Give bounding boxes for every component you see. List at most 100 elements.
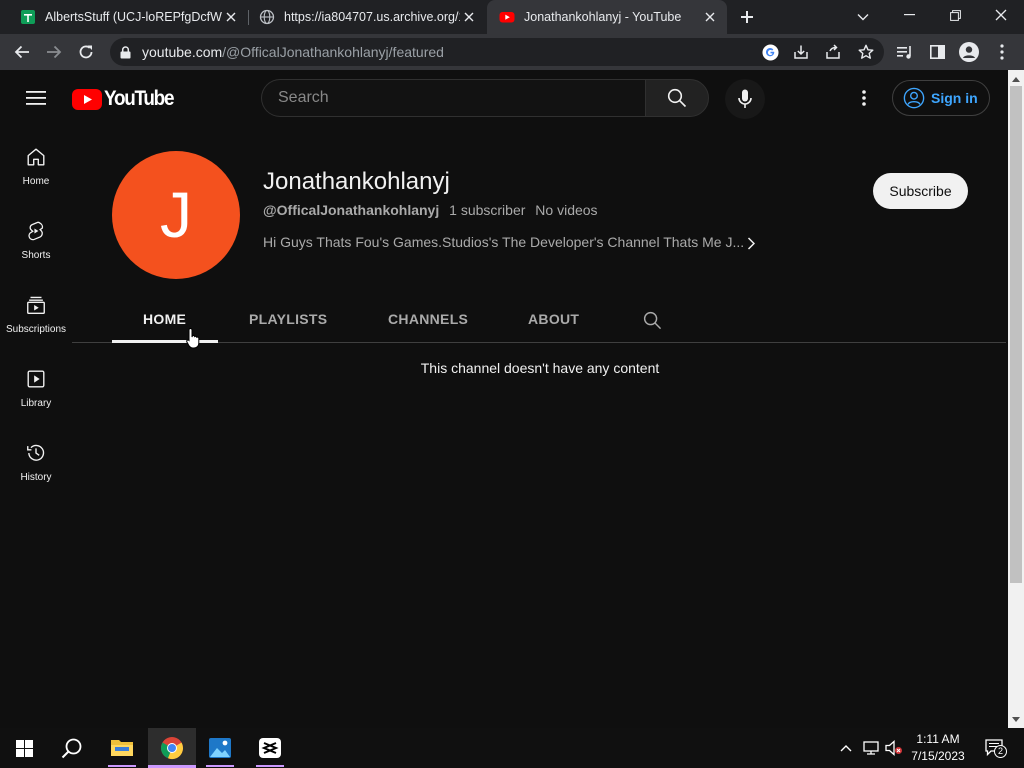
shorts-icon bbox=[28, 221, 44, 241]
history-icon bbox=[27, 444, 45, 461]
sign-in-label: Sign in bbox=[931, 90, 978, 106]
browser-tab-archive[interactable]: https://ia804707.us.archive.org/1 bbox=[249, 0, 486, 34]
hamburger-menu-icon[interactable] bbox=[24, 86, 48, 110]
taskbar-search-button[interactable] bbox=[48, 728, 96, 768]
notification-count-badge: 2 bbox=[994, 745, 1007, 758]
nav-label: Home bbox=[22, 176, 50, 187]
media-controls-icon[interactable] bbox=[895, 42, 915, 62]
chevron-right-icon[interactable] bbox=[744, 235, 758, 251]
bookmark-star-icon[interactable] bbox=[856, 42, 876, 62]
taskbar-chrome[interactable] bbox=[148, 728, 196, 768]
back-arrow-icon bbox=[14, 45, 29, 59]
channel-description[interactable]: Hi Guys Thats Fou's Games.Studios's The … bbox=[263, 234, 744, 250]
avatar-letter: J bbox=[160, 179, 192, 251]
nav-history[interactable]: History bbox=[0, 442, 72, 516]
nav-library[interactable]: Library bbox=[0, 368, 72, 442]
tab-playlists[interactable]: PLAYLISTS bbox=[249, 311, 327, 327]
tab-home[interactable]: HOME bbox=[143, 311, 186, 327]
chevron-down-icon bbox=[857, 14, 869, 21]
plus-icon bbox=[741, 11, 753, 23]
youtube-logo[interactable]: YouTube bbox=[72, 87, 181, 111]
search-icon bbox=[61, 738, 82, 759]
windows-logo-icon bbox=[15, 739, 33, 757]
minimize-icon bbox=[903, 14, 915, 16]
chrome-icon bbox=[160, 737, 184, 760]
clock-time: 1:11 AM bbox=[916, 732, 960, 746]
sign-in-button[interactable]: Sign in bbox=[892, 80, 990, 116]
settings-more-icon[interactable] bbox=[852, 86, 876, 110]
youtube-logo-text: YouTube bbox=[104, 87, 174, 110]
capcut-icon bbox=[259, 738, 281, 758]
browser-tab-albertsstuff[interactable]: AlbertsStuff (UCJ-loREPfgDcfWh8 bbox=[0, 0, 248, 34]
channel-handle: @OfficalJonathankohlanyj bbox=[263, 202, 440, 218]
tab-channels[interactable]: CHANNELS bbox=[388, 311, 468, 327]
reload-icon bbox=[79, 45, 93, 59]
nav-subscriptions[interactable]: Subscriptions bbox=[0, 294, 72, 368]
clock-date: 7/15/2023 bbox=[911, 749, 965, 763]
side-panel-icon[interactable] bbox=[927, 42, 947, 62]
close-tab-icon[interactable] bbox=[222, 8, 240, 26]
scroll-down-arrow-icon[interactable] bbox=[1008, 712, 1024, 726]
youtube-favicon-icon bbox=[499, 12, 515, 23]
folder-icon bbox=[111, 740, 133, 756]
browser-tab-youtube[interactable]: Jonathankohlanyj - YouTube bbox=[487, 0, 727, 34]
channel-meta: @OfficalJonathankohlanyj 1 subscriber No… bbox=[263, 202, 598, 218]
scroll-up-arrow-icon[interactable] bbox=[1008, 72, 1024, 86]
nav-label: Library bbox=[20, 398, 52, 409]
url-text[interactable]: youtube.com/@OfficalJonathankohlanyj/fea… bbox=[142, 44, 444, 60]
install-app-icon[interactable] bbox=[791, 42, 811, 62]
window-close-button[interactable] bbox=[978, 0, 1024, 30]
video-count: No videos bbox=[535, 202, 598, 218]
back-button[interactable] bbox=[10, 40, 34, 64]
channel-search-button[interactable] bbox=[641, 309, 663, 331]
new-tab-button[interactable] bbox=[736, 6, 758, 28]
taskbar-photos[interactable] bbox=[196, 728, 244, 768]
voice-search-button[interactable] bbox=[725, 79, 765, 119]
channel-avatar[interactable]: J bbox=[112, 151, 240, 279]
account-circle-icon bbox=[903, 87, 925, 109]
system-clock[interactable]: 1:11 AM 7/15/2023 bbox=[905, 731, 971, 765]
subscriptions-icon bbox=[27, 296, 45, 314]
search-button[interactable] bbox=[645, 79, 709, 117]
restore-icon bbox=[949, 9, 961, 21]
search-input[interactable]: Search bbox=[261, 79, 645, 117]
scrollbar-thumb[interactable] bbox=[1010, 86, 1022, 583]
empty-state: This channel doesn't have any content bbox=[0, 360, 1008, 376]
network-icon[interactable] bbox=[862, 739, 880, 757]
reload-button[interactable] bbox=[74, 40, 98, 64]
close-tab-icon[interactable] bbox=[460, 8, 478, 26]
search-icon bbox=[667, 88, 687, 108]
restore-button[interactable] bbox=[932, 0, 978, 30]
forward-button[interactable] bbox=[42, 40, 66, 64]
sheets-icon bbox=[21, 10, 35, 24]
lock-icon[interactable] bbox=[118, 44, 132, 60]
tab-about[interactable]: ABOUT bbox=[528, 311, 579, 327]
browser-menu-icon[interactable] bbox=[992, 42, 1012, 62]
nav-label: History bbox=[20, 472, 52, 483]
tab-search-button[interactable] bbox=[852, 6, 874, 28]
start-button[interactable] bbox=[0, 728, 48, 768]
home-icon bbox=[27, 148, 45, 166]
notifications-button[interactable]: 2 bbox=[982, 737, 1008, 759]
active-tab-indicator bbox=[112, 340, 218, 343]
profile-avatar-icon[interactable] bbox=[958, 41, 980, 63]
nav-shorts[interactable]: Shorts bbox=[0, 220, 72, 294]
description-text: Hi Guys Thats Fou's Games.Studios's The … bbox=[263, 234, 745, 250]
share-icon[interactable] bbox=[823, 42, 843, 62]
nav-label: Shorts bbox=[21, 250, 51, 261]
forward-arrow-icon bbox=[47, 45, 62, 59]
google-lens-icon[interactable] bbox=[760, 42, 780, 62]
subscribe-button[interactable]: Subscribe bbox=[873, 173, 968, 209]
hand-cursor-icon bbox=[186, 327, 202, 349]
taskbar-capcut[interactable] bbox=[246, 728, 294, 768]
taskbar-file-explorer[interactable] bbox=[98, 728, 146, 768]
volume-muted-icon[interactable] bbox=[884, 739, 904, 757]
empty-message: This channel doesn't have any content bbox=[420, 360, 660, 376]
show-hidden-icons-chevron-up-icon[interactable] bbox=[838, 740, 854, 756]
nav-home[interactable]: Home bbox=[0, 146, 72, 220]
photos-icon bbox=[209, 738, 231, 758]
url-domain: youtube.com bbox=[142, 44, 223, 60]
minimize-button[interactable] bbox=[886, 0, 932, 30]
close-tab-icon[interactable] bbox=[701, 8, 719, 26]
tab-title: https://ia804707.us.archive.org/1 bbox=[284, 10, 460, 24]
